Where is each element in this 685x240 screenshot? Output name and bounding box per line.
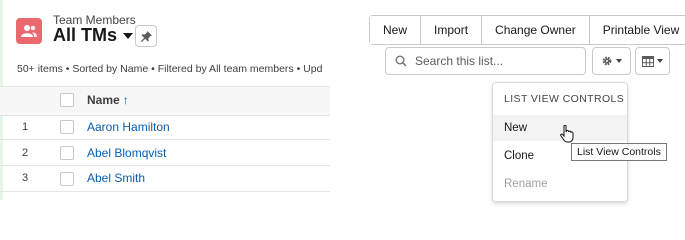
chevron-down-icon [616,59,622,63]
pin-icon [140,30,152,42]
menu-item-rename[interactable]: Rename [493,171,627,197]
printable-view-button[interactable]: Printable View [589,16,685,44]
record-link[interactable]: Aaron Hamilton [87,120,170,134]
row-checkbox[interactable] [60,120,74,134]
record-link[interactable]: Abel Blomqvist [87,146,166,160]
gear-icon [602,56,612,66]
table-row [0,166,330,192]
row-checkbox[interactable] [60,146,74,160]
search-box[interactable] [385,47,586,75]
tooltip: List View Controls [571,143,667,161]
table-header [0,86,330,116]
pin-button[interactable] [135,25,157,47]
row-number: 2 [22,147,29,159]
list-meta-info: 50+ items • Sorted by Name • Filtered by… [17,63,322,75]
list-view-controls-button[interactable] [592,47,631,75]
column-header-name[interactable]: Name ↑ [87,93,129,107]
search-input[interactable] [413,53,577,69]
chevron-down-icon [657,59,663,63]
team-members-icon [16,18,42,44]
select-all-checkbox[interactable] [60,93,74,107]
import-button[interactable]: Import [421,16,483,44]
display-as-button[interactable] [635,47,670,75]
record-link[interactable]: Abel Smith [87,171,145,185]
row-checkbox[interactable] [60,172,74,186]
chevron-down-icon [123,32,134,39]
hand-cursor-icon [560,124,574,148]
row-number: 1 [22,121,29,133]
search-icon [395,55,407,67]
change-owner-button[interactable]: Change Owner [482,16,590,44]
row-number: 3 [22,172,29,184]
view-name: All TMs [53,25,118,45]
sort-ascending-icon: ↑ [122,93,129,107]
new-button[interactable]: New [370,16,422,44]
table-view-icon [642,55,654,67]
list-view-selector[interactable]: All TMs [53,25,134,46]
menu-heading: LIST VIEW CONTROLS [504,93,625,105]
action-button-group: New Import Change Owner Printable View [369,15,685,45]
